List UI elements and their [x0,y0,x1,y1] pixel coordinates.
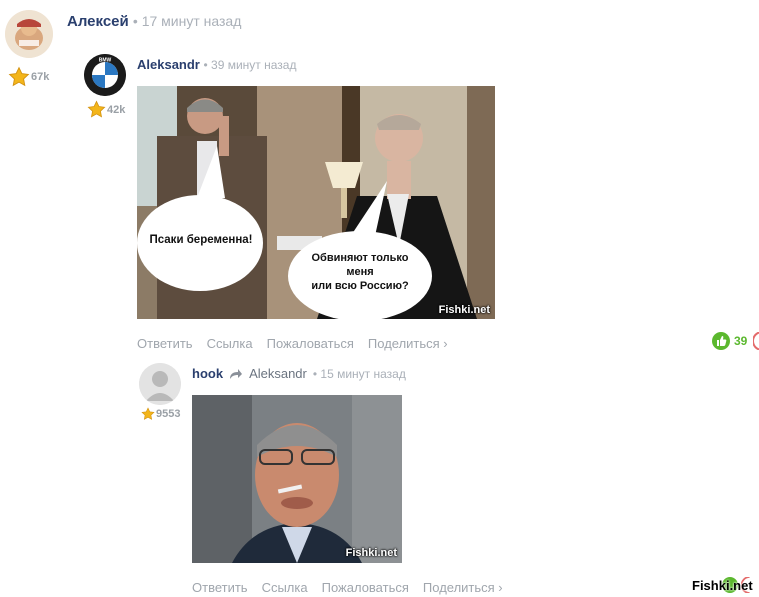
reply-to-name[interactable]: Aleksandr [249,366,307,381]
report-link[interactable]: Пожаловаться [322,580,409,595]
user-rating: 67k [8,66,49,88]
comment-time: • 15 минут назад [312,366,406,381]
share-link[interactable]: Поделиться › [368,336,448,351]
like-counter[interactable]: 39 [712,332,759,350]
permalink-link[interactable]: Ссылка [207,336,253,351]
comment-actions: Ответить Ссылка Пожаловаться Поделиться … [137,336,448,351]
comment-time: • 17 минут назад [132,13,242,29]
avatar-aleksandr[interactable]: BMW [84,54,126,96]
user-rating: 42k [87,100,125,119]
author-name[interactable]: hook [192,366,223,381]
share-link[interactable]: Поделиться › [423,580,503,595]
permalink-link[interactable]: Ссылка [262,580,308,595]
comment-image[interactable]: Fishki.net [192,395,402,563]
page-watermark: Fishki.net [692,578,753,593]
author-name[interactable]: Aleksandr • 39 минут назад [137,57,296,72]
bubble-line: меня [346,265,374,278]
avatar-aleksey[interactable] [5,10,53,58]
bmw-logo-text: BMW [99,58,112,64]
reply-link[interactable]: Ответить [192,580,248,595]
star-icon [141,407,155,420]
comment-image[interactable]: Псаки беременна! Обвиняют только меня ил… [137,86,495,319]
bubble-line: Обвиняют только [311,252,409,264]
speech-bubble-right: Обвиняют только меня или всю Россию? [292,252,428,293]
speech-bubble-left: Псаки беременна! [149,234,253,246]
user-rating: 9553 [141,407,180,421]
report-link[interactable]: Пожаловаться [267,336,354,351]
image-watermark: Fishki.net [438,304,490,316]
thumbs-up-icon[interactable] [712,332,730,350]
star-icon [8,66,30,87]
bubble-line: или всю Россию? [311,279,409,292]
reply-link[interactable]: Ответить [137,336,193,351]
comment-actions: Ответить Ссылка Пожаловаться Поделиться … [192,580,503,595]
dislike-icon[interactable] [753,332,759,350]
reply-arrow-icon [230,368,243,379]
author-line: hook Aleksandr • 15 минут назад [192,366,406,381]
author-name[interactable]: Алексей • 17 минут назад [67,13,241,30]
comment-time: • 39 минут назад [203,58,297,72]
star-icon [87,100,106,118]
image-watermark: Fishki.net [345,547,397,559]
avatar-hook[interactable] [139,363,181,405]
